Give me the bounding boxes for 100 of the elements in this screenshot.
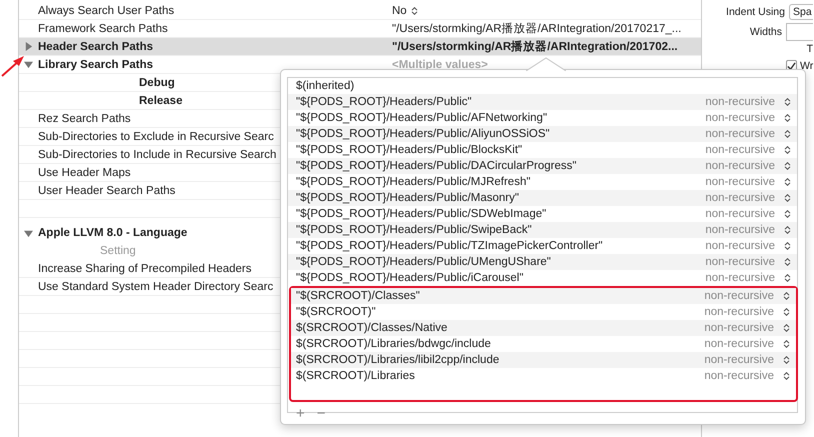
tab-label: T bbox=[806, 43, 813, 55]
setting-name: Library Search Paths bbox=[38, 58, 154, 70]
path-text: $(SRCROOT)/Libraries bbox=[296, 370, 416, 382]
path-text: "${PODS_ROOT}/Headers/Public/AliyunOSSiOS" bbox=[296, 128, 551, 140]
stepper-chevron-icon[interactable] bbox=[784, 161, 791, 171]
setting-name: Increase Sharing of Precompiled Headers bbox=[38, 262, 253, 274]
recursion-mode: non-recursive bbox=[705, 240, 775, 252]
path-row[interactable]: $(SRCROOT)/Classes/Native non-recursive bbox=[291, 320, 796, 336]
recursion-mode: non-recursive bbox=[705, 256, 775, 268]
recursion-mode: non-recursive bbox=[705, 192, 775, 204]
recursion-mode: non-recursive bbox=[705, 176, 775, 188]
setting-name: Use Standard System Header Directory Searc bbox=[38, 280, 274, 292]
stepper-chevron-icon[interactable] bbox=[784, 209, 791, 219]
path-text: "${PODS_ROOT}/Headers/Public/BlocksKit" bbox=[296, 144, 524, 156]
path-text: "${PODS_ROOT}/Headers/Public/TZImagePickerController" bbox=[296, 240, 604, 252]
stepper-chevron-icon[interactable] bbox=[783, 307, 790, 317]
recursion-mode: non-recursive bbox=[705, 112, 775, 124]
recursion-mode: non-recursive bbox=[705, 272, 775, 284]
stepper-chevron-icon[interactable] bbox=[784, 257, 791, 267]
setting-name: Header Search Paths bbox=[38, 40, 154, 52]
setting-row[interactable]: Always Search User Paths No bbox=[19, 2, 701, 20]
stepper-chevron-icon[interactable] bbox=[784, 97, 791, 107]
stepper-chevron-icon[interactable] bbox=[784, 145, 791, 155]
recursion-mode: non-recursive bbox=[705, 96, 775, 108]
path-row[interactable]: "$(SRCROOT)/Classes" non-recursive bbox=[291, 288, 796, 304]
stepper-chevron-icon[interactable] bbox=[784, 177, 791, 187]
path-text: "$(SRCROOT)" bbox=[296, 306, 377, 318]
stepper-chevron-icon[interactable] bbox=[784, 193, 791, 203]
stepper-chevron-icon[interactable] bbox=[783, 371, 790, 381]
path-text: "${PODS_ROOT}/Headers/Public/DACircularProgress" bbox=[296, 160, 578, 172]
path-row[interactable]: $(SRCROOT)/Libraries/libil2cpp/include non-recursive bbox=[291, 352, 796, 368]
stepper-chevron-icon[interactable] bbox=[783, 323, 790, 333]
path-text: "${PODS_ROOT}/Headers/Public/Masonry" bbox=[296, 192, 520, 204]
stepper-chevron-icon[interactable] bbox=[784, 129, 791, 139]
recursion-mode: non-recursive bbox=[704, 290, 774, 302]
recursion-mode: non-recursive bbox=[705, 208, 775, 220]
path-row[interactable]: "${PODS_ROOT}/Headers/Public" non-recursive bbox=[288, 94, 797, 110]
stepper-chevron-icon[interactable] bbox=[410, 6, 418, 16]
path-text: "${PODS_ROOT}/Headers/Public/SwipeBack" bbox=[296, 224, 533, 236]
path-row[interactable]: $(SRCROOT)/Libraries non-recursive bbox=[291, 368, 796, 384]
path-row[interactable]: "${PODS_ROOT}/Headers/Public/SwipeBack" non-recursive bbox=[288, 222, 797, 238]
widths-label: Widths bbox=[750, 26, 782, 38]
path-row[interactable]: "${PODS_ROOT}/Headers/Public/AFNetworking" non-recursive bbox=[288, 110, 797, 126]
indent-label: Indent Using bbox=[726, 6, 785, 18]
wrap-label: Wr bbox=[800, 60, 814, 72]
recursion-mode: non-recursive bbox=[704, 370, 774, 382]
path-row[interactable]: "${PODS_ROOT}/Headers/Public/BlocksKit" non-recursive bbox=[288, 142, 797, 158]
stepper-chevron-icon[interactable] bbox=[783, 291, 790, 301]
setting-row[interactable]: Header Search Paths "/Users/stormking/AR播放器/ARIntegration/201702... bbox=[19, 38, 701, 56]
setting-name: Use Header Maps bbox=[38, 166, 132, 178]
setting-value: "/Users/stormking/AR播放器/ARIntegration/20170217_... bbox=[392, 22, 682, 36]
recursion-mode: non-recursive bbox=[705, 160, 775, 172]
path-text: "${PODS_ROOT}/Headers/Public/MJRefresh" bbox=[296, 176, 532, 188]
stepper-chevron-icon[interactable] bbox=[783, 355, 790, 365]
path-row[interactable]: "${PODS_ROOT}/Headers/Public/SDWebImage" non-recursive bbox=[288, 206, 797, 222]
stepper-chevron-icon[interactable] bbox=[784, 113, 791, 123]
setting-value: <Multiple values> bbox=[392, 58, 488, 70]
setting-name: Framework Search Paths bbox=[38, 22, 169, 34]
recursion-mode: non-recursive bbox=[705, 224, 775, 236]
path-row[interactable]: $(inherited) bbox=[288, 78, 797, 94]
path-row[interactable]: "${PODS_ROOT}/Headers/Public/TZImagePickerController" non-recursive bbox=[288, 238, 797, 254]
path-text: "${PODS_ROOT}/Headers/Public/SDWebImage" bbox=[296, 208, 548, 220]
recursion-mode: non-recursive bbox=[705, 128, 775, 140]
stepper-chevron-icon[interactable] bbox=[784, 241, 791, 251]
path-row[interactable]: "$(SRCROOT)" non-recursive bbox=[291, 304, 796, 320]
setting-name: User Header Search Paths bbox=[38, 184, 176, 196]
disclosure-triangle-icon[interactable] bbox=[24, 228, 33, 238]
path-text: $(SRCROOT)/Libraries/bdwgc/include bbox=[296, 338, 492, 350]
arrow-annotation bbox=[0, 54, 26, 78]
path-row[interactable]: "${PODS_ROOT}/Headers/Public/MJRefresh" non-recursive bbox=[288, 174, 797, 190]
configuration-name: Release bbox=[139, 94, 182, 106]
setting-value: No bbox=[392, 4, 407, 16]
setting-name: Always Search User Paths bbox=[38, 4, 176, 16]
add-button[interactable]: + bbox=[296, 407, 305, 421]
path-row[interactable]: "${PODS_ROOT}/Headers/Public/DACircularProgress" non-recursive bbox=[288, 158, 797, 174]
stepper-chevron-icon[interactable] bbox=[784, 225, 791, 235]
path-text: "${PODS_ROOT}/Headers/Public/UMengUShare" bbox=[296, 256, 552, 268]
stepper-chevron-icon[interactable] bbox=[784, 273, 791, 283]
path-row[interactable]: "${PODS_ROOT}/Headers/Public/AliyunOSSiOS" non-recursive bbox=[288, 126, 797, 142]
widths-field[interactable] bbox=[786, 23, 813, 41]
recursion-mode: non-recursive bbox=[704, 322, 774, 334]
disclosure-triangle-icon[interactable] bbox=[24, 60, 33, 69]
path-text: "${PODS_ROOT}/Headers/Public" bbox=[296, 96, 473, 108]
path-text: $(inherited) bbox=[296, 80, 356, 92]
path-text: "${PODS_ROOT}/Headers/Public/AFNetworking" bbox=[296, 112, 548, 124]
recursion-mode: non-recursive bbox=[704, 306, 774, 318]
column-header: Setting bbox=[100, 245, 136, 257]
path-row[interactable]: $(SRCROOT)/Libraries/bdwgc/include non-recursive bbox=[291, 336, 796, 352]
recursion-mode: non-recursive bbox=[704, 338, 774, 350]
configuration-name: Debug bbox=[139, 76, 175, 88]
recursion-mode: non-recursive bbox=[704, 354, 774, 366]
path-text: $(SRCROOT)/Classes/Native bbox=[296, 322, 448, 334]
path-text: $(SRCROOT)/Libraries/libil2cpp/include bbox=[296, 354, 500, 366]
path-row[interactable]: "${PODS_ROOT}/Headers/Public/Masonry" non-recursive bbox=[288, 190, 797, 206]
path-row[interactable]: "${PODS_ROOT}/Headers/Public/UMengUShare" non-recursive bbox=[288, 254, 797, 270]
indent-popup[interactable]: Spa bbox=[789, 4, 813, 20]
setting-value: "/Users/stormking/AR播放器/ARIntegration/201702... bbox=[392, 39, 678, 54]
disclosure-triangle-icon[interactable] bbox=[24, 42, 33, 51]
stepper-chevron-icon[interactable] bbox=[783, 339, 790, 349]
recursion-mode: non-recursive bbox=[705, 144, 775, 156]
